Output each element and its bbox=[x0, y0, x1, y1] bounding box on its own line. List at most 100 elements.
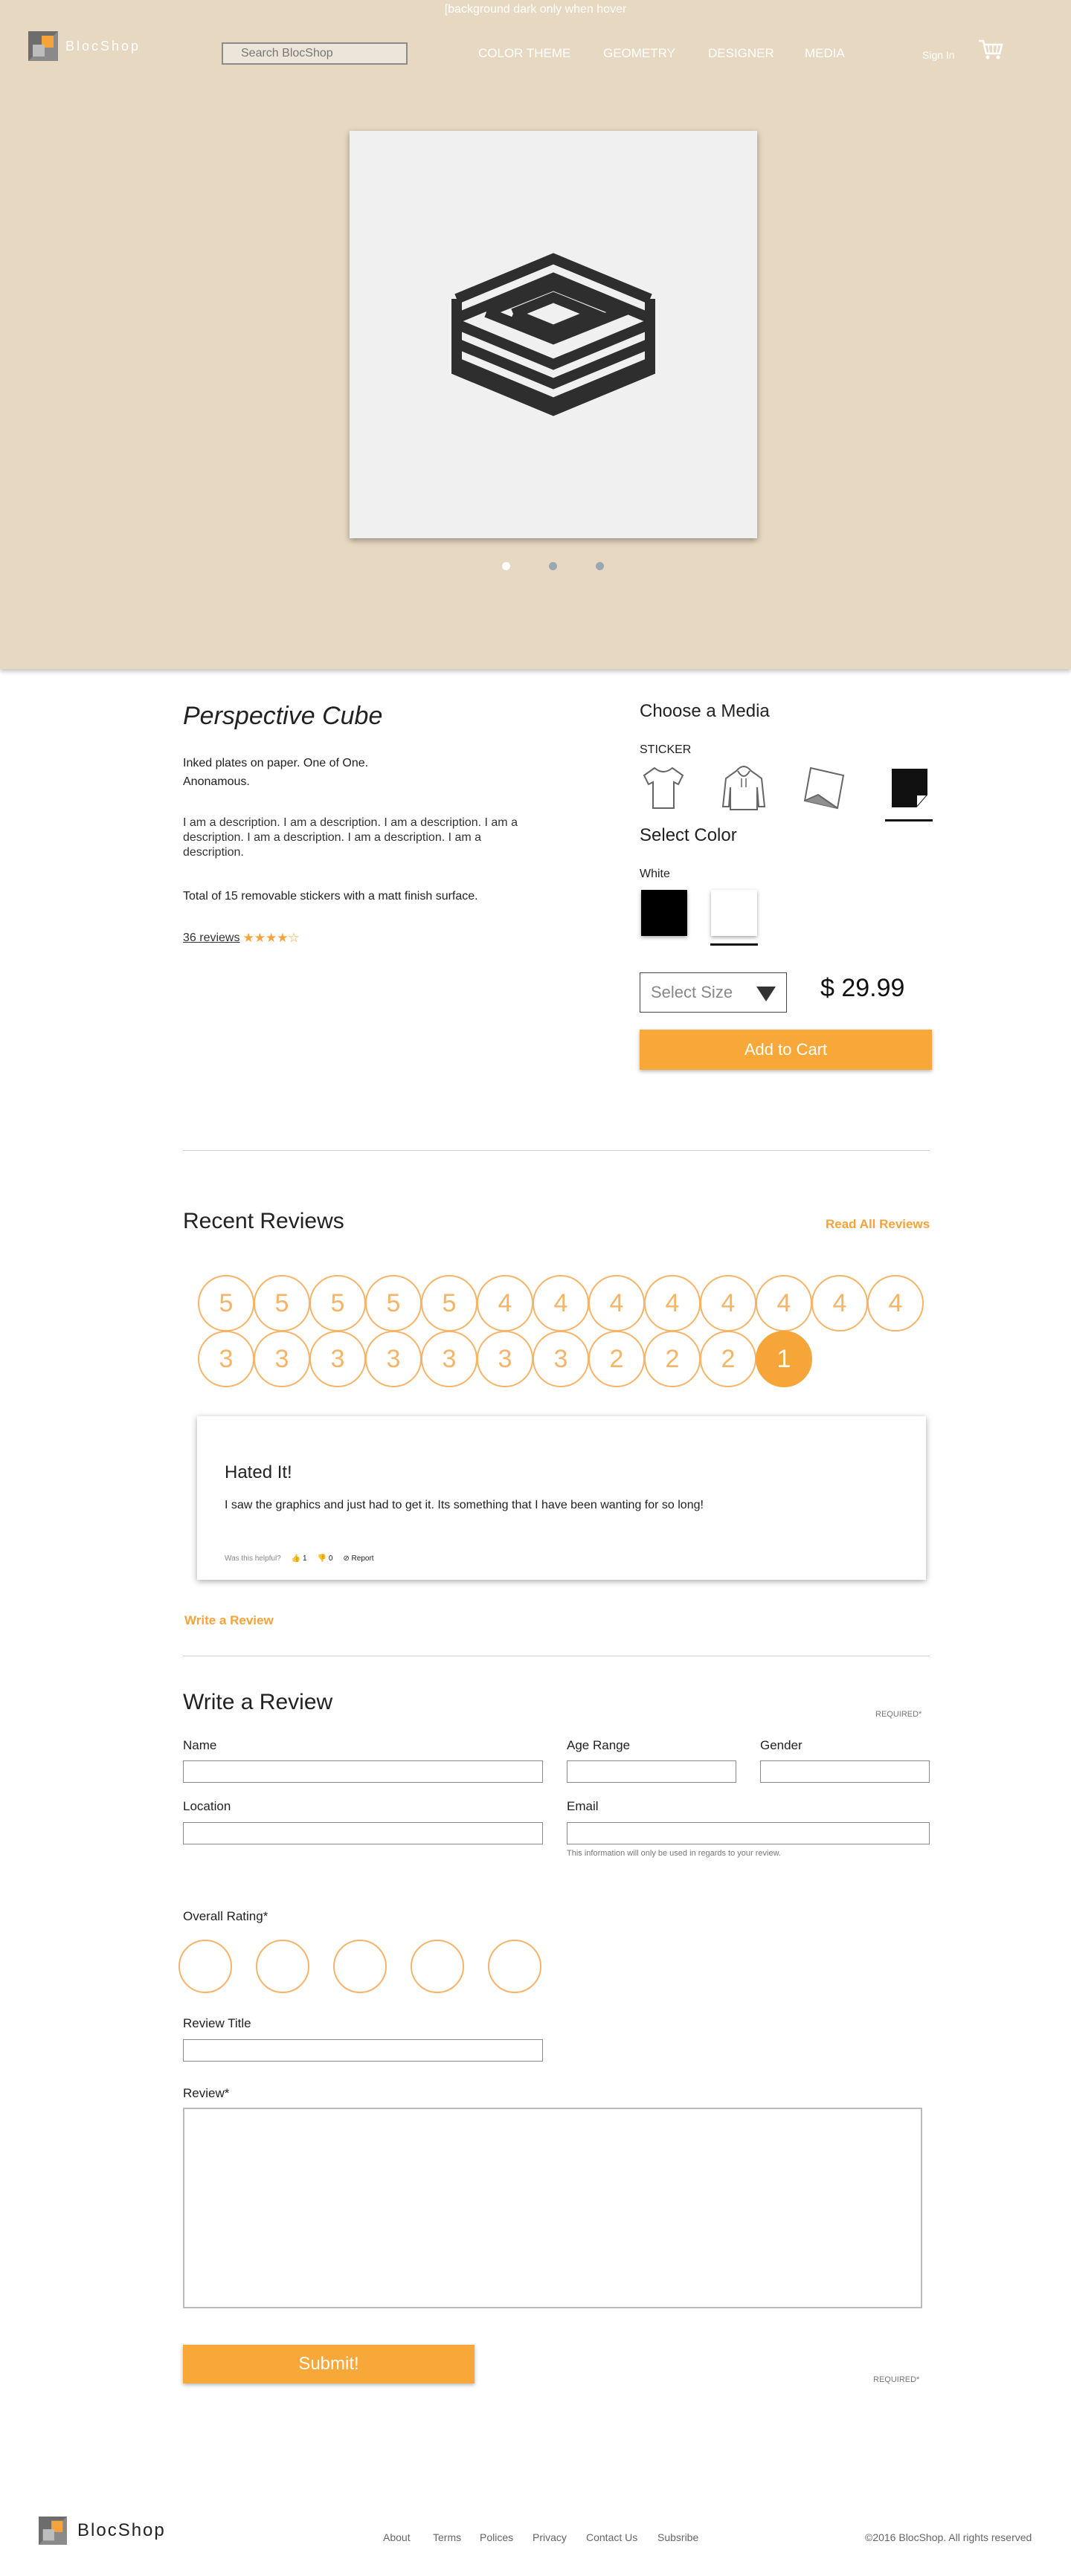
sticker-note: Total of 15 removable stickers with a ma… bbox=[183, 890, 478, 903]
rating-filter-circle[interactable]: 3 bbox=[533, 1331, 589, 1387]
rating-filter-circle[interactable]: 4 bbox=[811, 1275, 868, 1331]
report-icon: ⊘ bbox=[343, 1555, 350, 1563]
submit-button[interactable]: Submit! bbox=[183, 2345, 475, 2383]
tshirt-icon[interactable] bbox=[638, 762, 689, 813]
overall-rating-option[interactable] bbox=[333, 1940, 387, 1993]
nav-color-theme[interactable]: COLOR THEME bbox=[478, 46, 570, 61]
sign-in-link[interactable]: Sign In bbox=[922, 49, 955, 61]
rating-filter-circle[interactable]: 5 bbox=[198, 1275, 254, 1331]
footer-link-polices[interactable]: Polices bbox=[480, 2531, 513, 2543]
write-review-heading: Write a Review bbox=[183, 1690, 333, 1714]
rating-filter-circle[interactable]: 4 bbox=[588, 1275, 645, 1331]
cart-icon[interactable] bbox=[978, 39, 1003, 61]
report-button[interactable]: ⊘ Report bbox=[343, 1555, 373, 1563]
email-label: Email bbox=[567, 1799, 599, 1813]
product-image bbox=[350, 131, 757, 538]
hoodie-icon[interactable] bbox=[718, 762, 769, 813]
required-note: REQUIRED* bbox=[875, 1710, 922, 1719]
rating-filter-circle[interactable]: 4 bbox=[477, 1275, 533, 1331]
rating-filter-circle[interactable]: 4 bbox=[644, 1275, 701, 1331]
print-paper-icon[interactable] bbox=[799, 762, 849, 813]
size-select[interactable]: Select Size bbox=[640, 972, 787, 1013]
thumbs-down-button[interactable]: 👎 0 bbox=[318, 1555, 333, 1563]
gender-label: Gender bbox=[760, 1738, 803, 1752]
email-field[interactable] bbox=[567, 1822, 930, 1844]
color-swatch-black[interactable] bbox=[641, 890, 687, 936]
sticker-icon[interactable] bbox=[884, 762, 934, 813]
media-selected-label: STICKER bbox=[640, 743, 692, 756]
product-subtitle: Inked plates on paper. One of One. bbox=[183, 757, 369, 769]
rating-filter-circle[interactable]: 1 bbox=[756, 1331, 812, 1387]
rating-filter-circle[interactable]: 3 bbox=[421, 1331, 477, 1387]
write-review-link[interactable]: Write a Review bbox=[184, 1613, 274, 1628]
search-input[interactable]: Search BlocShop bbox=[222, 42, 408, 65]
thumbs-up-button[interactable]: 👍 1 bbox=[292, 1555, 307, 1563]
add-to-cart-button[interactable]: Add to Cart bbox=[640, 1030, 932, 1070]
overall-rating-option[interactable] bbox=[178, 1940, 232, 1993]
logo-mark-icon bbox=[39, 2517, 67, 2545]
overall-rating-label: Overall Rating* bbox=[183, 1909, 268, 1923]
reviews-summary: 36 reviews ★★★★☆ bbox=[183, 931, 300, 946]
name-label: Name bbox=[183, 1738, 217, 1752]
rating-filter-circle[interactable]: 3 bbox=[254, 1331, 310, 1387]
hover-note: [background dark only when hover bbox=[444, 3, 627, 16]
overall-rating-option[interactable] bbox=[411, 1940, 464, 1993]
price: $ 29.99 bbox=[820, 974, 905, 1002]
nav-media[interactable]: MEDIA bbox=[805, 46, 845, 61]
review-textarea[interactable] bbox=[183, 2108, 922, 2308]
age-range-field[interactable] bbox=[567, 1760, 736, 1783]
name-field[interactable] bbox=[183, 1760, 543, 1783]
rating-filter-circle[interactable]: 2 bbox=[588, 1331, 645, 1387]
carousel-dot-2[interactable] bbox=[549, 562, 557, 570]
thumbs-down-icon: 👎 bbox=[317, 1555, 327, 1563]
reviews-link[interactable]: 36 reviews bbox=[183, 932, 239, 945]
rating-filter-circle[interactable]: 5 bbox=[309, 1275, 366, 1331]
logo-text: BlocShop bbox=[65, 38, 141, 54]
rating-filter-circle[interactable]: 4 bbox=[756, 1275, 812, 1331]
rating-filter-circle[interactable]: 3 bbox=[365, 1331, 422, 1387]
review-card-body: I saw the graphics and just had to get i… bbox=[225, 1499, 704, 1511]
overall-rating-option[interactable] bbox=[256, 1940, 309, 1993]
location-field[interactable] bbox=[183, 1822, 543, 1844]
product-title: Perspective Cube bbox=[183, 702, 383, 730]
footer-link-privacy[interactable]: Privacy bbox=[533, 2531, 567, 2543]
logo-mark-icon bbox=[28, 31, 58, 61]
rating-filter-circle[interactable]: 4 bbox=[867, 1275, 924, 1331]
caret-down-icon bbox=[756, 987, 776, 1001]
overall-rating-option[interactable] bbox=[488, 1940, 541, 1993]
rating-filter-circle[interactable]: 5 bbox=[365, 1275, 422, 1331]
rating-filter-circle[interactable]: 4 bbox=[533, 1275, 589, 1331]
footer-link-subscribe[interactable]: Subsribe bbox=[657, 2531, 698, 2543]
helpful-label: Was this helpful? bbox=[225, 1555, 281, 1563]
rating-filter-circle[interactable]: 2 bbox=[700, 1331, 756, 1387]
rating-filter-circle[interactable]: 4 bbox=[700, 1275, 756, 1331]
carousel-dot-1[interactable] bbox=[502, 562, 510, 570]
email-note: This information will only be used in re… bbox=[567, 1849, 781, 1858]
copyright: ©2016 BlocShop. All rights reserved bbox=[865, 2531, 1032, 2543]
nav-geometry[interactable]: GEOMETRY bbox=[603, 46, 675, 61]
review-card-footer: Was this helpful? 👍 1 👎 0 ⊘ Report bbox=[225, 1555, 374, 1563]
rating-filter-circle[interactable]: 3 bbox=[309, 1331, 366, 1387]
read-all-reviews-link[interactable]: Read All Reviews bbox=[826, 1217, 930, 1232]
color-selected-label: White bbox=[640, 868, 670, 880]
nav-designer[interactable]: DESIGNER bbox=[708, 46, 774, 61]
size-select-placeholder: Select Size bbox=[651, 983, 733, 1001]
choose-media-heading: Choose a Media bbox=[640, 701, 770, 721]
review-title-field[interactable] bbox=[183, 2039, 543, 2062]
footer-link-about[interactable]: About bbox=[383, 2531, 411, 2543]
location-label: Location bbox=[183, 1799, 231, 1813]
footer-link-terms[interactable]: Terms bbox=[433, 2531, 461, 2543]
rating-filter-circle[interactable]: 3 bbox=[198, 1331, 254, 1387]
review-label: Review* bbox=[183, 2086, 230, 2100]
footer-logo[interactable]: BlocShop bbox=[39, 2517, 166, 2545]
rating-filter-circle[interactable]: 5 bbox=[421, 1275, 477, 1331]
footer-link-contact[interactable]: Contact Us bbox=[586, 2531, 637, 2543]
site-logo[interactable]: BlocShop bbox=[28, 31, 141, 61]
gender-field[interactable] bbox=[760, 1760, 930, 1783]
rating-filter-circle[interactable]: 5 bbox=[254, 1275, 310, 1331]
rating-filter-circle[interactable]: 2 bbox=[644, 1331, 701, 1387]
color-selected-indicator bbox=[710, 943, 758, 946]
carousel-dot-3[interactable] bbox=[596, 562, 604, 570]
rating-filter-circle[interactable]: 3 bbox=[477, 1331, 533, 1387]
color-swatch-white[interactable] bbox=[711, 890, 757, 936]
